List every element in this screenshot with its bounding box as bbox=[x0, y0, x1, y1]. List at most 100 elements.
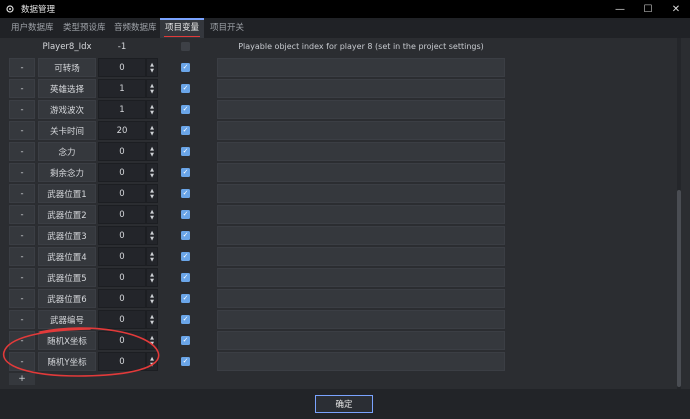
value-input[interactable]: 0 bbox=[98, 184, 146, 203]
value-input[interactable]: 0 bbox=[98, 331, 146, 350]
delete-row-button[interactable]: - bbox=[9, 310, 35, 329]
value-input[interactable]: 0 bbox=[98, 163, 146, 182]
delete-row-button[interactable]: - bbox=[9, 58, 35, 77]
enabled-checkbox[interactable]: ✓ bbox=[181, 63, 190, 72]
spinner-arrows-icon[interactable]: ▲ ▼ bbox=[146, 289, 158, 308]
delete-row-button[interactable]: - bbox=[9, 289, 35, 308]
variable-name[interactable]: 武器位置4 bbox=[38, 247, 96, 266]
ok-button[interactable]: 确定 bbox=[315, 395, 373, 413]
value-input[interactable]: 0 bbox=[98, 142, 146, 161]
spinner-arrows-icon[interactable]: ▲ ▼ bbox=[146, 331, 158, 350]
scrollbar-thumb[interactable] bbox=[677, 190, 681, 387]
enabled-checkbox[interactable]: ✓ bbox=[181, 231, 190, 240]
delete-row-button[interactable]: - bbox=[9, 142, 35, 161]
delete-row-button[interactable]: - bbox=[9, 100, 35, 119]
enabled-checkbox[interactable]: ✓ bbox=[181, 126, 190, 135]
delete-row-button[interactable]: - bbox=[9, 163, 35, 182]
enabled-checkbox[interactable]: ✓ bbox=[181, 189, 190, 198]
enabled-checkbox[interactable]: ✓ bbox=[181, 252, 190, 261]
description-field[interactable] bbox=[217, 331, 505, 350]
delete-row-button[interactable]: - bbox=[9, 79, 35, 98]
tab-project-switches[interactable]: 项目开关 bbox=[205, 20, 249, 37]
variable-name[interactable]: 英雄选择 bbox=[38, 79, 96, 98]
description-field[interactable] bbox=[217, 121, 505, 140]
description-field[interactable] bbox=[217, 247, 505, 266]
enabled-checkbox[interactable]: ✓ bbox=[181, 315, 190, 324]
enabled-checkbox[interactable]: ✓ bbox=[181, 84, 190, 93]
description-field[interactable] bbox=[217, 205, 505, 224]
spinner-arrows-icon[interactable]: ▲ ▼ bbox=[146, 163, 158, 182]
enabled-checkbox[interactable]: ✓ bbox=[181, 147, 190, 156]
variable-name[interactable]: 关卡时间 bbox=[38, 121, 96, 140]
enabled-checkbox[interactable]: ✓ bbox=[181, 105, 190, 114]
tab-type-presets[interactable]: 类型预设库 bbox=[58, 20, 111, 37]
delete-row-button[interactable]: - bbox=[9, 331, 35, 350]
delete-row-button[interactable]: - bbox=[9, 268, 35, 287]
enabled-checkbox[interactable]: ✓ bbox=[181, 168, 190, 177]
enabled-checkbox[interactable]: ✓ bbox=[181, 336, 190, 345]
spinner-arrows-icon[interactable]: ▲ ▼ bbox=[146, 310, 158, 329]
description-field[interactable] bbox=[217, 268, 505, 287]
variable-name[interactable]: 武器位置1 bbox=[38, 184, 96, 203]
value-input[interactable]: 0 bbox=[98, 289, 146, 308]
spinner-arrows-icon[interactable]: ▲ ▼ bbox=[146, 58, 158, 77]
description-field[interactable] bbox=[217, 142, 505, 161]
variable-name[interactable]: 武器编号 bbox=[38, 310, 96, 329]
vertical-scrollbar[interactable] bbox=[677, 38, 681, 389]
spinner-arrows-icon[interactable]: ▲ ▼ bbox=[146, 352, 158, 371]
add-variable-button[interactable]: + bbox=[9, 373, 35, 385]
spinner-arrows-icon[interactable]: ▲ ▼ bbox=[146, 142, 158, 161]
variable-name[interactable]: 可转场 bbox=[38, 58, 96, 77]
description-field[interactable] bbox=[217, 310, 505, 329]
enabled-checkbox[interactable]: ✓ bbox=[181, 273, 190, 282]
variable-name[interactable]: 武器位置2 bbox=[38, 205, 96, 224]
variable-name[interactable]: 随机X坐标 bbox=[38, 331, 96, 350]
description-field[interactable] bbox=[217, 163, 505, 182]
close-button[interactable]: ✕ bbox=[662, 0, 690, 18]
value-input[interactable]: 1 bbox=[98, 100, 146, 119]
variable-name[interactable]: 武器位置3 bbox=[38, 226, 96, 245]
variable-name[interactable]: 随机Y坐标 bbox=[38, 352, 96, 371]
value-input[interactable]: 0 bbox=[98, 247, 146, 266]
spinner-arrows-icon[interactable]: ▲ ▼ bbox=[146, 205, 158, 224]
variable-name[interactable]: 念力 bbox=[38, 142, 96, 161]
value-input[interactable]: 0 bbox=[98, 268, 146, 287]
delete-row-button[interactable]: - bbox=[9, 247, 35, 266]
description-field[interactable] bbox=[217, 100, 505, 119]
enabled-checkbox[interactable]: ✓ bbox=[181, 357, 190, 366]
value-input[interactable]: 0 bbox=[98, 310, 146, 329]
tab-user-database[interactable]: 用户数据库 bbox=[6, 20, 59, 37]
enabled-checkbox[interactable]: ✓ bbox=[181, 210, 190, 219]
delete-row-button[interactable]: - bbox=[9, 226, 35, 245]
value-input[interactable]: 0 bbox=[98, 205, 146, 224]
description-field[interactable] bbox=[217, 289, 505, 308]
spinner-arrows-icon[interactable]: ▲ ▼ bbox=[146, 247, 158, 266]
delete-row-button[interactable]: - bbox=[9, 121, 35, 140]
description-field[interactable] bbox=[217, 58, 505, 77]
spinner-arrows-icon[interactable]: ▲ ▼ bbox=[146, 226, 158, 245]
description-field[interactable] bbox=[217, 226, 505, 245]
value-input[interactable]: 0 bbox=[98, 226, 146, 245]
minimize-button[interactable]: — bbox=[606, 0, 634, 18]
description-field[interactable] bbox=[217, 352, 505, 371]
value-input[interactable]: 20 bbox=[98, 121, 146, 140]
description-field[interactable] bbox=[217, 184, 505, 203]
tab-audio-database[interactable]: 音频数据库 bbox=[109, 20, 162, 37]
description-field[interactable] bbox=[217, 79, 505, 98]
spinner-arrows-icon[interactable]: ▲ ▼ bbox=[146, 79, 158, 98]
delete-row-button[interactable]: - bbox=[9, 184, 35, 203]
value-input[interactable]: 0 bbox=[98, 58, 146, 77]
value-input[interactable]: 0 bbox=[98, 352, 146, 371]
variable-name[interactable]: 剩余念力 bbox=[38, 163, 96, 182]
spinner-arrows-icon[interactable]: ▲ ▼ bbox=[146, 121, 158, 140]
variable-name[interactable]: 武器位置6 bbox=[38, 289, 96, 308]
tab-project-variables[interactable]: 项目变量 bbox=[160, 18, 205, 39]
enabled-checkbox[interactable]: ✓ bbox=[181, 294, 190, 303]
variable-name[interactable]: 游戏波次 bbox=[38, 100, 96, 119]
spinner-arrows-icon[interactable]: ▲ ▼ bbox=[146, 184, 158, 203]
header-checkbox[interactable]: ✓ bbox=[181, 42, 190, 51]
spinner-arrows-icon[interactable]: ▲ ▼ bbox=[146, 268, 158, 287]
variable-name[interactable]: 武器位置5 bbox=[38, 268, 96, 287]
spinner-arrows-icon[interactable]: ▲ ▼ bbox=[146, 100, 158, 119]
delete-row-button[interactable]: - bbox=[9, 205, 35, 224]
